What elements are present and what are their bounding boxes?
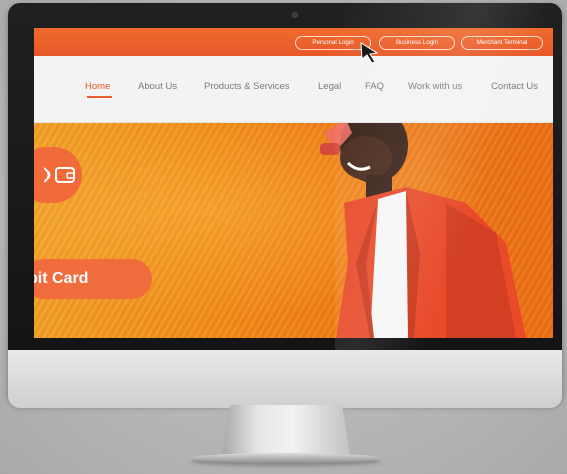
nav-faq[interactable]: FAQ bbox=[365, 81, 384, 92]
wallet-icon bbox=[44, 167, 75, 183]
monitor-stand bbox=[221, 405, 351, 457]
business-login-button[interactable]: Business Login bbox=[379, 36, 455, 50]
nav-products-services[interactable]: Products & Services bbox=[204, 81, 290, 92]
monitor-chin bbox=[8, 350, 562, 408]
main-navigation bbox=[34, 56, 553, 123]
webcam-icon bbox=[292, 12, 298, 18]
hero-person-image bbox=[320, 123, 526, 338]
nav-about-us[interactable]: About Us bbox=[138, 81, 177, 92]
nav-active-underline bbox=[87, 96, 112, 98]
mouse-cursor-icon bbox=[360, 42, 379, 64]
monitor-stand-base bbox=[190, 453, 382, 463]
nav-legal[interactable]: Legal bbox=[318, 81, 341, 92]
debit-card-label: bit Card bbox=[34, 270, 89, 287]
monitor-frame: Personal Login Business Login Merchant T… bbox=[8, 3, 562, 405]
website-screen: Personal Login Business Login Merchant T… bbox=[34, 28, 553, 338]
top-login-bar: Personal Login Business Login Merchant T… bbox=[34, 28, 553, 56]
merchant-terminal-button[interactable]: Merchant Terminal bbox=[461, 36, 543, 50]
nav-home[interactable]: Home bbox=[85, 81, 110, 92]
nav-work-with-us[interactable]: Work with us bbox=[408, 81, 462, 92]
nav-contact-us[interactable]: Contact Us bbox=[491, 81, 538, 92]
hero-banner: bit Card bbox=[34, 123, 553, 338]
